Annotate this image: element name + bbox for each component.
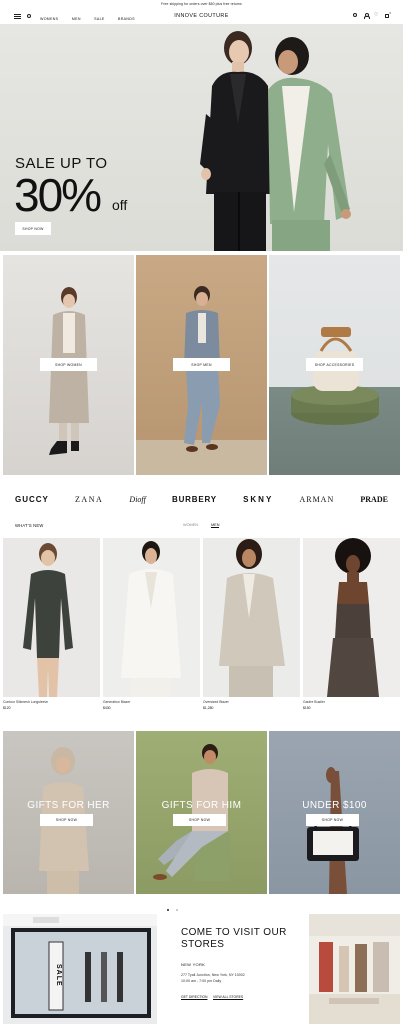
store-city: NEW YORK xyxy=(181,962,206,967)
search-icon[interactable] xyxy=(353,13,357,17)
tab-men[interactable]: MEN xyxy=(211,523,220,528)
gift-her-shop-now-button[interactable]: SHOP NOW xyxy=(40,814,93,826)
store-front-image: SALE xyxy=(3,914,157,1024)
category-accessories[interactable]: SHOP ACCESSORIES xyxy=(269,255,400,475)
category-men[interactable]: SHOP MEN xyxy=(136,255,267,475)
carousel-dot[interactable] xyxy=(176,909,178,911)
tab-women[interactable]: WOMEN xyxy=(183,523,198,527)
gift-tile-under-100[interactable]: UNDER $100 SHOP NOW xyxy=(269,731,400,894)
store-details: 277 Tyall Junction, New York, NY 10002 1… xyxy=(181,973,301,984)
nav-brands[interactable]: BRANDS xyxy=(118,17,135,21)
heart-icon[interactable]: ♡ xyxy=(374,13,379,18)
product-image xyxy=(203,538,300,697)
product-name: Oversized Blazer xyxy=(203,700,229,704)
product-price: $430 xyxy=(103,706,111,710)
stores-title: COME TO VISIT OUR STORES xyxy=(181,927,287,951)
gift-him-shop-now-button[interactable]: SHOP NOW xyxy=(173,814,226,826)
gift-under-100-shop-now-button[interactable]: SHOP NOW xyxy=(306,814,359,826)
brand-logo[interactable]: PRADE xyxy=(360,495,388,504)
store-interior-image xyxy=(309,914,400,1024)
stores-title-line1: COME TO VISIT OUR xyxy=(181,927,287,938)
gift-under-100-image xyxy=(307,767,359,894)
shop-men-button[interactable]: SHOP MEN xyxy=(173,358,230,371)
product-card[interactable]: Gaufre Bustier $150 xyxy=(303,538,400,710)
product-name: Contour Silkmesh Longsleeve xyxy=(3,700,49,704)
announcement-text: Free shipping for orders over $60 plus f… xyxy=(161,2,242,6)
gift-her-image xyxy=(39,747,89,894)
menu-icon[interactable] xyxy=(14,13,21,19)
store-sale-sign: SALE xyxy=(55,964,62,987)
product-price: $1,280 xyxy=(203,706,214,710)
main-nav: WOMENS MEN SALE BRANDS xyxy=(40,7,144,25)
product-price: $120 xyxy=(3,706,11,710)
brand-logo[interactable]: Dioff xyxy=(129,495,145,504)
nav-womens[interactable]: WOMENS xyxy=(40,17,58,21)
hero-banner: SALE UP TO 30% off xyxy=(0,24,403,251)
view-all-stores-link[interactable]: VIEW ALL STORES xyxy=(213,995,243,999)
header-actions: ♡ 0 xyxy=(353,12,391,19)
product-name: Generation Blazer xyxy=(103,700,131,704)
product-image xyxy=(3,538,100,697)
shop-accessories-button[interactable]: SHOP ACCESSORIES xyxy=(306,358,363,371)
brand-logo[interactable]: SKNY xyxy=(243,495,273,504)
gift-title: UNDER $100 xyxy=(302,800,367,811)
hero-shop-now-button[interactable]: SHOP NOW xyxy=(15,222,51,235)
site-header: WOMENS MEN SALE BRANDS INNOVE COUTURE ♡ … xyxy=(0,8,403,24)
carousel-dot[interactable] xyxy=(167,909,169,911)
section-title: WHAT'S NEW xyxy=(15,523,44,528)
whats-new-header: WHAT'S NEW WOMEN MEN xyxy=(0,520,403,532)
gift-title: GIFTS FOR HIM xyxy=(161,800,242,811)
user-icon[interactable] xyxy=(363,13,370,19)
gift-him-image xyxy=(153,744,230,881)
store-address: 277 Tyall Junction, New York, NY 10002 xyxy=(181,973,245,977)
brand-logo[interactable]: BURBERY xyxy=(172,495,217,504)
gift-tile-her[interactable]: GIFTS FOR HER SHOP NOW xyxy=(3,731,134,894)
product-price: $150 xyxy=(303,706,311,710)
brand-strip: GUCCY ZANA Dioff BURBERY SKNY ARMAN PRAD… xyxy=(0,490,403,508)
category-women[interactable]: SHOP WOMEN xyxy=(3,255,134,475)
get-direction-link[interactable]: GET DIRECTION xyxy=(181,995,208,999)
brand-logo[interactable]: ZANA xyxy=(75,495,103,504)
brand-logo[interactable]: GUCCY xyxy=(15,495,49,504)
hero-off: off xyxy=(112,197,128,213)
stores-title-line2: STORES xyxy=(181,939,225,950)
product-name: Gaufre Bustier xyxy=(303,700,325,704)
product-image xyxy=(303,538,400,697)
nav-sale[interactable]: SALE xyxy=(94,17,104,21)
bag-icon[interactable]: 0 xyxy=(385,12,391,18)
hero-models-image xyxy=(200,31,351,251)
brand-logo[interactable]: ARMAN xyxy=(299,495,334,504)
hero-percent: 30% xyxy=(14,169,102,221)
product-card[interactable]: Contour Silkmesh Longsleeve $120 xyxy=(3,538,100,710)
search-icon[interactable] xyxy=(27,14,31,18)
product-card[interactable]: Oversized Blazer $1,280 xyxy=(203,538,300,710)
gift-title: GIFTS FOR HER xyxy=(27,800,110,811)
nav-men[interactable]: MEN xyxy=(72,17,81,21)
gift-tile-him[interactable]: GIFTS FOR HIM SHOP NOW xyxy=(136,731,267,894)
carousel-dots xyxy=(167,909,178,911)
store-hours: 10:00 am - 7:00 pm Daily xyxy=(181,978,222,983)
shop-women-button[interactable]: SHOP WOMEN xyxy=(40,358,97,371)
bag-count: 0 xyxy=(389,12,391,15)
product-image xyxy=(103,538,200,697)
product-card[interactable]: Generation Blazer $430 xyxy=(103,538,200,710)
